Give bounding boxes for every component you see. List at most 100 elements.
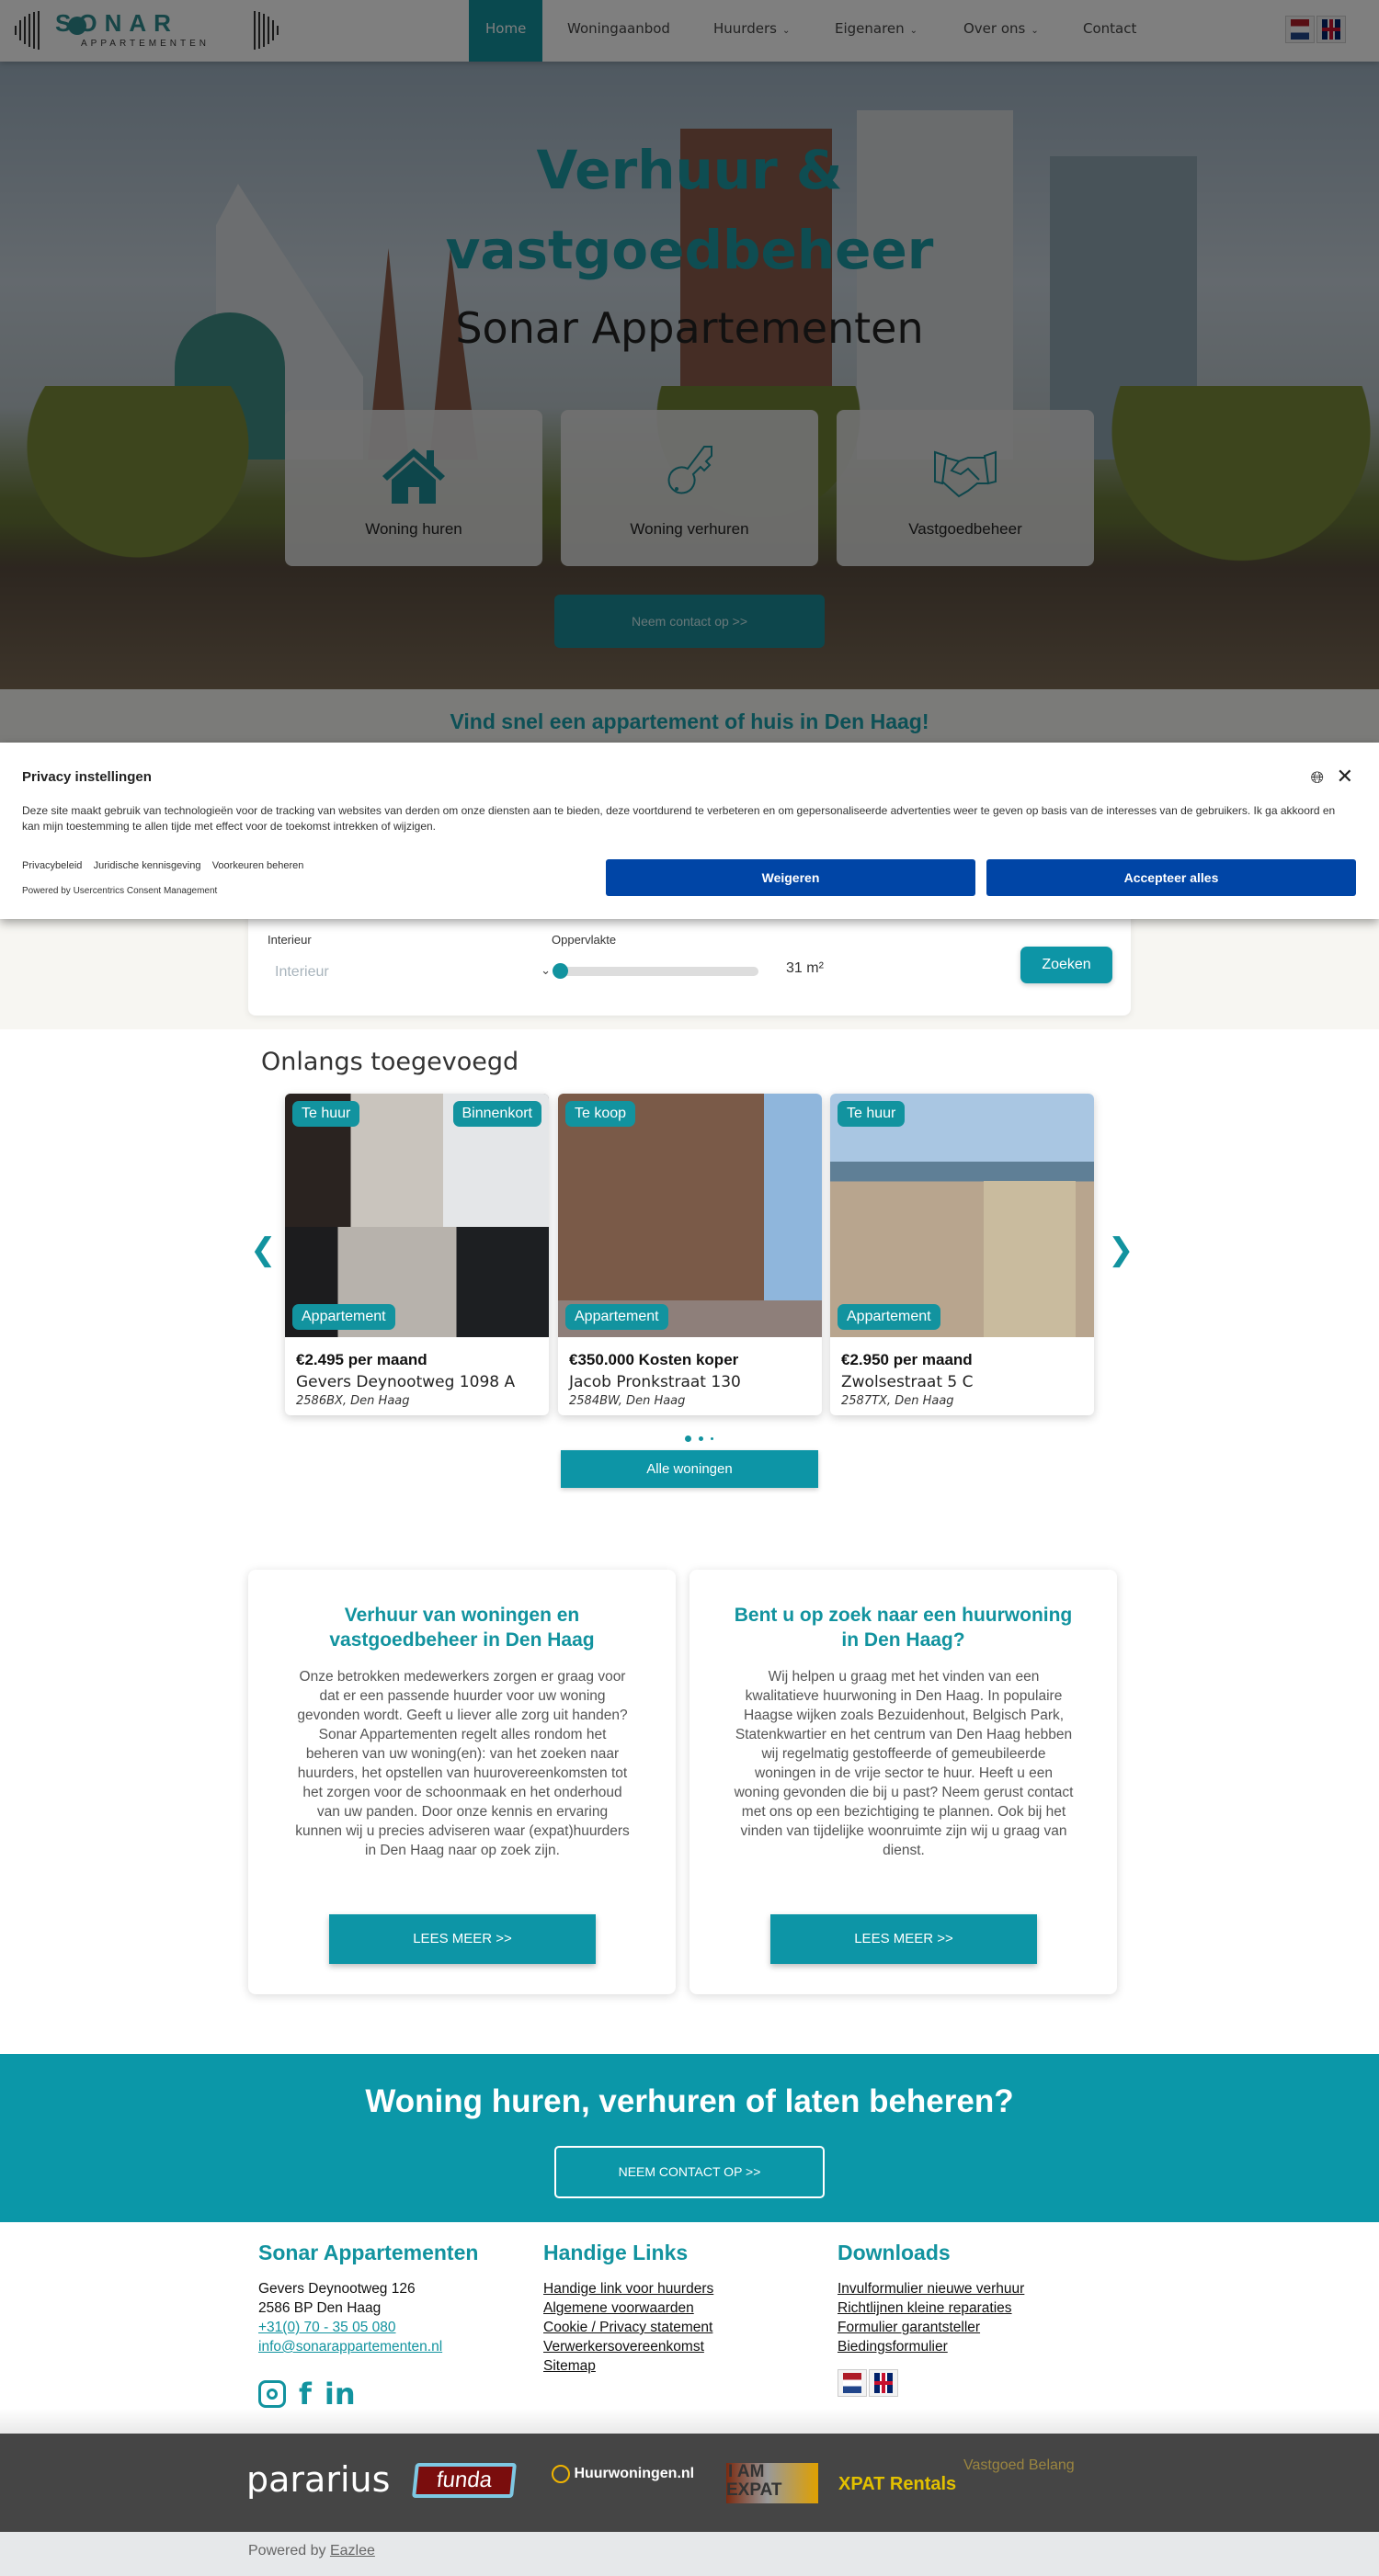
search-button[interactable]: Zoeken	[1020, 947, 1112, 983]
interior-select[interactable]: Interieur ⌄	[268, 956, 553, 989]
interior-placeholder: Interieur	[275, 964, 329, 980]
cta-contact-button[interactable]: NEEM CONTACT OP >>	[554, 2146, 825, 2198]
linkedin-icon[interactable]: in	[325, 2378, 356, 2410]
listing-price: €2.495 per maand	[296, 1351, 427, 1368]
footer-link[interactable]: Algemene voorwaarden	[543, 2298, 713, 2318]
privacy-policy-link[interactable]: Privacybeleid	[22, 860, 82, 871]
read-more-button[interactable]: LEES MEER >>	[770, 1914, 1037, 1964]
globe-icon[interactable]: 🌐︎	[1311, 768, 1324, 788]
carousel-prev-icon[interactable]: ❮	[250, 1231, 277, 1268]
area-slider[interactable]	[553, 963, 758, 979]
all-listings-button[interactable]: Alle woningen	[561, 1450, 818, 1488]
iamexpat-logo[interactable]: I AM EXPAT	[726, 2463, 818, 2503]
vastgoed-belang-logo[interactable]: Vastgoed Belang	[963, 2457, 1075, 2474]
download-link[interactable]: Formulier garantsteller	[838, 2318, 1024, 2337]
footer-link[interactable]: Sitemap	[543, 2356, 713, 2376]
footer-address: Gevers Deynootweg 126 2586 BP Den Haag +…	[258, 2279, 442, 2356]
carousel-dot[interactable]	[711, 1437, 713, 1440]
footer-links-title: Handige Links	[543, 2241, 689, 2264]
footer: Sonar Appartementen Gevers Deynootweg 12…	[0, 2222, 1379, 2434]
footer-company-title: Sonar Appartementen	[258, 2241, 479, 2264]
reject-button[interactable]: Weigeren	[606, 859, 975, 896]
type-badge: Appartement	[565, 1304, 668, 1330]
cta-title: Woning huren, verhuren of laten beheren?	[365, 2083, 1014, 2119]
facebook-icon[interactable]: f	[299, 2378, 312, 2410]
listing-photo: Te huur Appartement	[830, 1094, 1094, 1337]
slider-thumb[interactable]	[553, 963, 568, 979]
instagram-icon[interactable]	[258, 2380, 286, 2408]
listing-postcode: 2587TX, Den Haag	[841, 1394, 954, 1408]
footer-links-list: Handige link voor huurders Algemene voor…	[543, 2279, 713, 2376]
listing-street: Zwolsestraat 5 C	[841, 1373, 974, 1391]
uk-flag-icon	[874, 2373, 893, 2393]
privacy-title: Privacy instellingen	[22, 769, 152, 785]
info-card-title: Verhuur van woningen en vastgoedbeheer i…	[329, 1605, 595, 1651]
address-line: Gevers Deynootweg 126	[258, 2281, 416, 2297]
info-card-huurwoning: Bent u op zoek naar een huurwoning in De…	[690, 1570, 1117, 1994]
carousel-next-icon[interactable]: ❯	[1108, 1231, 1134, 1268]
info-card-verhuur: Verhuur van woningen en vastgoedbeheer i…	[248, 1570, 676, 1994]
listing-card[interactable]: Te koop Appartement €350.000 Kosten kope…	[558, 1094, 822, 1415]
huurwoningen-logo[interactable]: Huurwoningen.nl	[552, 2465, 694, 2483]
download-link[interactable]: Richtlijnen kleine reparaties	[838, 2298, 1024, 2318]
listing-street: Jacob Pronkstraat 130	[569, 1373, 741, 1391]
download-link[interactable]: Biedingsformulier	[838, 2337, 1024, 2356]
listing-postcode: 2584BW, Den Haag	[569, 1394, 686, 1408]
eazlee-link[interactable]: Eazlee	[330, 2543, 375, 2559]
status-badge: Te huur	[838, 1101, 906, 1127]
privacy-links: Privacybeleid Juridische kennisgeving Vo…	[22, 860, 303, 871]
listing-photo: Te koop Appartement	[558, 1094, 822, 1337]
home-circle-icon	[552, 2465, 570, 2483]
powered-by-bar: Powered by Eazlee	[0, 2532, 1379, 2576]
listing-street: Gevers Deynootweg 1098 A	[296, 1373, 516, 1391]
listing-price: €2.950 per maand	[841, 1351, 973, 1368]
type-badge: Appartement	[838, 1304, 940, 1330]
legal-notice-link[interactable]: Juridische kennisgeving	[94, 860, 201, 871]
nl-flag-icon	[843, 2373, 861, 2393]
phone-link[interactable]: +31(0) 70 - 35 05 080	[258, 2318, 442, 2337]
social-links: f in	[258, 2378, 356, 2410]
listing-card[interactable]: Te huur Appartement €2.950 per maand Zwo…	[830, 1094, 1094, 1415]
privacy-banner: Privacy instellingen 🌐︎ ✕ Deze site maak…	[0, 743, 1379, 919]
pararius-logo[interactable]: pararius	[246, 2459, 390, 2500]
email-link[interactable]: info@sonarappartementen.nl	[258, 2337, 442, 2356]
logo-text: Huurwoningen.nl	[574, 2466, 695, 2482]
listing-postcode: 2586BX, Den Haag	[296, 1394, 410, 1408]
type-badge: Appartement	[292, 1304, 395, 1330]
logo-text: I AM EXPAT	[726, 2462, 782, 2500]
manage-preferences-link[interactable]: Voorkeuren beheren	[212, 860, 304, 871]
address-line: 2586 BP Den Haag	[258, 2300, 382, 2316]
read-more-button[interactable]: LEES MEER >>	[329, 1914, 596, 1964]
interior-label: Interieur	[268, 933, 312, 947]
funda-logo[interactable]: funda	[412, 2463, 517, 2498]
footer-link[interactable]: Handige link voor huurders	[543, 2279, 713, 2298]
xpat-rentals-logo[interactable]: XPAT Rentals	[838, 2474, 956, 2495]
carousel-dot[interactable]	[699, 1436, 703, 1441]
footer-link[interactable]: Verwerkersovereenkomst	[543, 2337, 713, 2356]
powered-by: Powered by Eazlee	[248, 2543, 375, 2559]
footer-language-nl[interactable]	[838, 2369, 867, 2397]
powered-prefix: Powered by	[248, 2543, 326, 2559]
status-badge: Te koop	[565, 1101, 636, 1127]
privacy-powered-by: Powered by Usercentrics Consent Manageme…	[22, 886, 218, 896]
area-value: 31 m²	[786, 960, 824, 976]
info-card-title: Bent u op zoek naar een huurwoning in De…	[734, 1605, 1073, 1651]
footer-link[interactable]: Cookie / Privacy statement	[543, 2318, 713, 2337]
download-link[interactable]: Invulformulier nieuwe verhuur	[838, 2279, 1024, 2298]
area-label: Oppervlakte	[552, 933, 617, 947]
status-badge: Te huur	[292, 1101, 360, 1127]
privacy-text: Deze site maakt gebruik van technologieë…	[22, 804, 1336, 833]
recent-title: Onlangs toegevoegd	[261, 1048, 519, 1076]
carousel-dot-active[interactable]	[685, 1436, 691, 1442]
listing-price: €350.000 Kosten koper	[569, 1351, 739, 1368]
close-icon[interactable]: ✕	[1337, 765, 1353, 789]
partner-logos: pararius funda Huurwoningen.nl I AM EXPA…	[0, 2434, 1379, 2532]
carousel-dots	[685, 1436, 713, 1442]
accept-all-button[interactable]: Accepteer alles	[986, 859, 1356, 896]
chevron-down-icon: ⌄	[541, 963, 551, 977]
cta-section: Woning huren, verhuren of laten beheren?…	[0, 2054, 1379, 2222]
footer-language-en[interactable]	[869, 2369, 898, 2397]
logo-text: XPAT Rentals	[838, 2474, 957, 2494]
info-card-text: Wij helpen u graag met het vinden van ee…	[734, 1669, 1074, 1858]
listing-card[interactable]: Te huur Binnenkort Appartement €2.495 pe…	[285, 1094, 549, 1415]
